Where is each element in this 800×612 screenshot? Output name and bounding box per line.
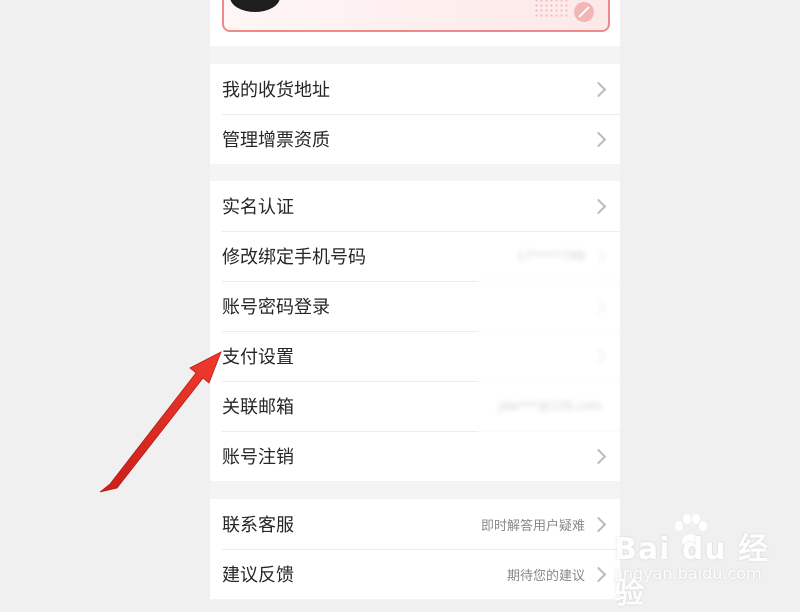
baidu-jingyan-watermark: Bai du 经验 jingyan.baidu.com (612, 512, 792, 611)
paw-icon (675, 514, 707, 547)
chevron-right-icon (590, 131, 607, 147)
row-label: 账号注销 (222, 447, 294, 468)
chevron-right-icon (590, 81, 607, 97)
phone-value: 17*****788 (516, 249, 585, 263)
chevron-right-icon (590, 448, 607, 464)
row-label: 我的收货地址 (222, 80, 330, 101)
row-payment-settings[interactable]: 支付设置 (210, 331, 620, 381)
email-value: jdw***@126.com (498, 399, 602, 413)
row-label: 修改绑定手机号码 (222, 247, 366, 268)
row-label: 实名认证 (222, 197, 294, 218)
row-label: 建议反馈 (222, 565, 294, 586)
row-contact-service[interactable]: 联系客服 即时解答用户疑难 (210, 499, 620, 549)
row-account-cancel[interactable]: 账号注销 (210, 431, 620, 481)
row-shipping-address[interactable]: 我的收货地址 (210, 64, 620, 114)
row-label: 关联邮箱 (222, 397, 294, 418)
service-section: 联系客服 即时解答用户疑难 建议反馈 期待您的建议 (210, 499, 620, 599)
row-label: 账号密码登录 (222, 297, 330, 318)
row-linked-email[interactable]: 关联邮箱 jdw***@126.com (210, 381, 620, 431)
row-password-login[interactable]: 账号密码登录 (210, 281, 620, 331)
chevron-right-icon (590, 248, 607, 264)
decorative-dots (534, 0, 568, 18)
vip-card[interactable] (222, 0, 610, 32)
row-feedback[interactable]: 建议反馈 期待您的建议 (210, 549, 620, 599)
row-real-name-auth[interactable]: 实名认证 (210, 181, 620, 231)
vip-badge-icon (574, 2, 594, 22)
account-section: 实名认证 修改绑定手机号码 17*****788 账号密码登录 支付设置 关联邮… (210, 181, 620, 481)
chevron-right-icon (590, 298, 607, 314)
row-hint: 期待您的建议 (506, 568, 585, 584)
chevron-right-icon (590, 198, 607, 214)
vip-header-section (210, 0, 620, 46)
chevron-right-icon (590, 348, 607, 364)
chevron-right-icon (590, 566, 607, 582)
row-label: 支付设置 (222, 347, 294, 368)
row-change-phone[interactable]: 修改绑定手机号码 17*****788 (210, 231, 620, 281)
watermark-url: jingyan.baidu.com (614, 564, 762, 583)
address-section: 我的收货地址 管理增票资质 (210, 64, 620, 164)
watermark-logo: Bai du 经验 (614, 532, 770, 611)
settings-screen: 我的收货地址 管理增票资质 实名认证 修改绑定手机号码 17*****788 账… (210, 0, 620, 600)
chevron-right-icon (590, 516, 607, 532)
row-label: 管理增票资质 (222, 130, 330, 151)
row-hint: 即时解答用户疑难 (480, 518, 585, 534)
row-invoice-qualification[interactable]: 管理增票资质 (210, 114, 620, 164)
row-label: 联系客服 (222, 515, 294, 536)
